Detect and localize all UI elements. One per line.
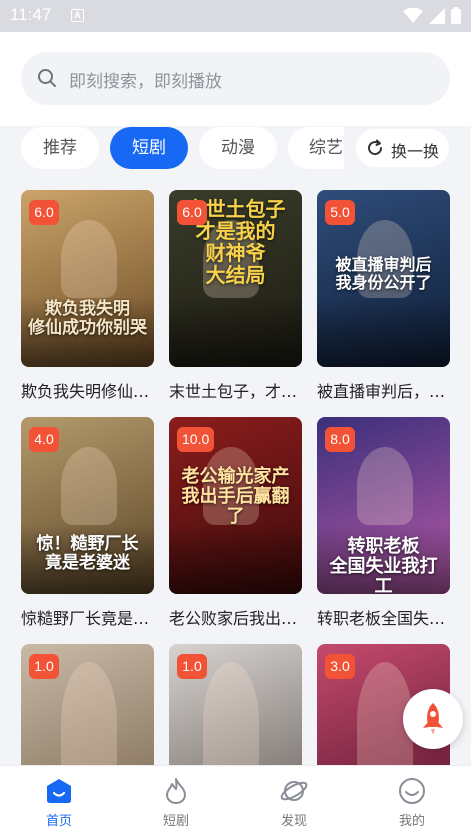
- poster-title-text: 转职老板 全国失业我打工: [329, 536, 438, 594]
- card-title: 老公败家后我出手后赢翻了: [169, 609, 302, 628]
- score-badge: 4.0: [29, 427, 59, 452]
- poster-title-text: 老公输光家产 我出手后赢翻了: [181, 466, 290, 527]
- nav-label: 发现: [280, 814, 307, 829]
- flame-icon: [166, 778, 186, 804]
- card-title: 惊糙野厂长竟是老婆迷: [21, 609, 154, 628]
- drama-card[interactable]: 转职老板 全国失业我打工 8.0 转职老板全国失业我打工: [317, 417, 450, 629]
- drama-card[interactable]: 被直播审判后 我身份公开了 5.0 被直播审判后，我身份公开了: [317, 190, 450, 402]
- poster-image: 欺负我失明 修仙成功你别哭 6.0: [21, 190, 154, 367]
- score-badge: 6.0: [177, 200, 207, 225]
- poster-image: 末世土包子 才是我的 财神爷 大结局 6.0: [169, 190, 302, 367]
- search-input[interactable]: 即刻搜索，即刻播放: [21, 52, 450, 105]
- swap-button[interactable]: 换一换: [356, 129, 449, 167]
- planet-icon: [280, 781, 308, 801]
- nav-label: 首页: [45, 814, 72, 829]
- poster-figure: [203, 662, 259, 765]
- poster-image: 被直播审判后 我身份公开了 5.0: [317, 190, 450, 367]
- poster-figure: [61, 662, 117, 765]
- status-bar: 11:47 A: [0, 0, 471, 32]
- score-badge: 8.0: [325, 427, 355, 452]
- drama-card[interactable]: 末世土包子 才是我的 财神爷 大结局 6.0 末世土包子，才是我的财神爷: [169, 190, 302, 402]
- score-badge: 5.0: [325, 200, 355, 225]
- drama-card[interactable]: 1.0: [21, 644, 154, 765]
- poster-image: 1.0: [21, 644, 154, 765]
- poster-title-text: 欺负我失明 修仙成功你别哭: [28, 299, 147, 338]
- nav-short-drama[interactable]: 短剧: [146, 776, 206, 829]
- drama-card[interactable]: 欺负我失明 修仙成功你别哭 6.0 欺负我失明修仙成功你别哭: [21, 190, 154, 402]
- nav-home[interactable]: 首页: [29, 776, 89, 829]
- swap-button-label: 换一换: [391, 142, 440, 161]
- notification-a-icon: A: [71, 9, 84, 22]
- tab-variety[interactable]: 综艺: [288, 127, 344, 169]
- tab-recommend[interactable]: 推荐: [21, 127, 99, 169]
- bottom-nav: 首页 短剧 发现 我的: [0, 765, 471, 837]
- wifi-icon: [403, 7, 423, 23]
- search-icon: [38, 69, 56, 87]
- tab-anime[interactable]: 动漫: [199, 127, 277, 169]
- score-badge: 3.0: [325, 654, 355, 679]
- status-time: 11:47: [10, 5, 52, 24]
- poster-image: 老公输光家产 我出手后赢翻了 10.0: [169, 417, 302, 594]
- home-icon: [47, 779, 71, 803]
- drama-grid: 欺负我失明 修仙成功你别哭 6.0 欺负我失明修仙成功你别哭 末世土包子 才是我…: [0, 190, 471, 765]
- score-badge: 1.0: [177, 654, 207, 679]
- card-title: 末世土包子，才是我的财神爷: [169, 382, 302, 401]
- score-badge: 10.0: [177, 427, 215, 452]
- battery-icon: [451, 7, 461, 24]
- rocket-float-button[interactable]: [403, 689, 463, 749]
- score-badge: 6.0: [29, 200, 59, 225]
- nav-label: 我的: [398, 814, 425, 829]
- poster-title-text: 被直播审判后 我身份公开了: [335, 255, 432, 292]
- poster-figure: [61, 447, 117, 525]
- drama-card[interactable]: 1.0: [169, 644, 302, 765]
- smile-face-icon: [399, 778, 425, 804]
- drama-card[interactable]: 老公输光家产 我出手后赢翻了 10.0 老公败家后我出手后赢翻了: [169, 417, 302, 629]
- poster-image: 惊！糙野厂长 竟是老婆迷 4.0: [21, 417, 154, 594]
- refresh-icon: [368, 139, 383, 156]
- poster-figure: [357, 447, 413, 525]
- category-tabs: 推荐 短剧 动漫 综艺 换一换: [0, 126, 471, 178]
- nav-discover[interactable]: 发现: [264, 776, 324, 829]
- search-header: 即刻搜索，即刻播放: [0, 32, 471, 126]
- status-icons: [403, 7, 461, 24]
- tab-short-drama[interactable]: 短剧: [110, 127, 188, 169]
- card-title: 转职老板全国失业我打工: [317, 609, 450, 628]
- nav-label: 短剧: [162, 814, 189, 829]
- score-badge: 1.0: [29, 654, 59, 679]
- card-title: 被直播审判后，我身份公开了: [317, 382, 450, 401]
- signal-icon: [429, 7, 445, 24]
- rocket-icon: [423, 703, 443, 735]
- poster-title-text: 惊！糙野厂长 竟是老婆迷: [36, 534, 139, 573]
- poster-image: 转职老板 全国失业我打工 8.0: [317, 417, 450, 594]
- nav-mine[interactable]: 我的: [382, 776, 442, 829]
- search-placeholder: 即刻搜索，即刻播放: [69, 72, 222, 92]
- drama-card[interactable]: 惊！糙野厂长 竟是老婆迷 4.0 惊糙野厂长竟是老婆迷: [21, 417, 154, 629]
- poster-image: 1.0: [169, 644, 302, 765]
- poster-figure: [61, 220, 117, 298]
- card-title: 欺负我失明修仙成功你别哭: [21, 382, 154, 401]
